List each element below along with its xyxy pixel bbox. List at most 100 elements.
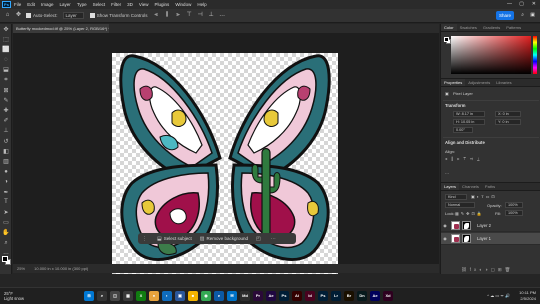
layer-row[interactable]: ◉ Layer 1 [441, 233, 540, 245]
tab-adjustments[interactable]: Adjustments [465, 79, 493, 86]
tab-layers[interactable]: Layers [441, 183, 460, 190]
remove-background-button[interactable]: ▨ Remove background [200, 236, 248, 242]
taskbar-app-icon[interactable]: ⊞ [84, 291, 94, 301]
zoom-tool-icon[interactable]: ⌕ [0, 238, 12, 248]
menu-type[interactable]: Type [77, 2, 87, 7]
align-top-icon[interactable]: ⊤ [186, 12, 193, 19]
opacity-field[interactable]: 100% [505, 202, 523, 208]
canvas-area[interactable] [13, 33, 439, 279]
path-selection-icon[interactable]: ➤ [0, 207, 12, 217]
x-field[interactable]: X: 0 in [495, 111, 521, 117]
brush-tool-icon[interactable]: ✐ [0, 116, 12, 126]
menu-help[interactable]: Help [197, 2, 206, 7]
align-left-icon[interactable]: ⫷ [153, 12, 160, 19]
blur-tool-icon[interactable]: ● [0, 167, 12, 177]
layer-name[interactable]: Layer 1 [477, 236, 491, 241]
shape-tool-icon[interactable]: ▭ [0, 218, 12, 228]
tab-properties[interactable]: Properties [441, 79, 466, 86]
taskbar-app-icon[interactable]: Ps [318, 291, 328, 301]
dodge-tool-icon[interactable]: ◑ [0, 177, 12, 187]
healing-brush-icon[interactable]: ✚ [0, 106, 12, 116]
menu-plugins[interactable]: Plugins [155, 2, 170, 7]
system-tray[interactable]: ^ ☁ ▭ ᯤ 🔊 [487, 293, 510, 299]
layer-row[interactable]: ◉ Layer 2 [441, 220, 540, 232]
taskbar-app-icon[interactable]: ▦ [123, 291, 133, 301]
taskbar-app-icon[interactable]: ● [149, 291, 159, 301]
fill-field[interactable]: 100% [505, 210, 523, 216]
layer-filter-icons[interactable]: ▣◐T▭⊡ [471, 194, 497, 199]
taskbar-clock[interactable]: 10:11 PM 2/5/2024 [519, 290, 536, 302]
artboard-tool-icon[interactable]: ⬚ [0, 34, 12, 44]
layer-kind-filter[interactable]: Kind [445, 194, 467, 200]
tab-patterns[interactable]: Patterns [503, 24, 524, 31]
auto-select-checkbox[interactable] [26, 13, 31, 18]
menu-file[interactable]: File [14, 2, 21, 7]
move-tool-icon[interactable]: ✥ [15, 12, 22, 19]
y-field[interactable]: Y: 0 in [495, 119, 521, 125]
pen-tool-icon[interactable]: ✒ [0, 187, 12, 197]
overflow-icon[interactable]: ⋯ [271, 236, 278, 242]
taskbar-app-icon[interactable]: Ps [279, 291, 289, 301]
taskbar-app-icon[interactable]: Id [305, 291, 315, 301]
menu-window[interactable]: Window [175, 2, 191, 7]
zoom-level[interactable]: 25% [17, 266, 25, 271]
lock-icons[interactable]: ▦✎✥⊡🔒 [455, 211, 484, 216]
share-button[interactable]: Share [496, 11, 514, 20]
menu-layer[interactable]: Layer [60, 2, 71, 7]
foreground-color-swatch[interactable] [2, 256, 8, 262]
width-field[interactable]: W: 8.17 in [453, 111, 485, 117]
angle-field[interactable]: 0.00° [453, 127, 473, 133]
tab-libraries[interactable]: Libraries [493, 79, 514, 86]
home-icon[interactable]: ⌂ [4, 12, 11, 19]
menu-select[interactable]: Select [93, 2, 106, 7]
taskbar-app-icon[interactable]: ◉ [201, 291, 211, 301]
frame-tool-icon[interactable]: ⊠ [0, 85, 12, 95]
auto-select-dropdown[interactable]: Layer [62, 12, 84, 19]
menu-image[interactable]: Image [41, 2, 54, 7]
visibility-eye-icon[interactable]: ◉ [441, 236, 449, 241]
taskbar-app-icon[interactable]: ⌕ [97, 291, 107, 301]
more-options-icon[interactable]: … [219, 12, 226, 19]
crop-tool-icon[interactable]: ⌗ [0, 75, 12, 85]
minimize-icon[interactable]: — [507, 1, 512, 7]
more-options-icon[interactable]: ⋮ [142, 236, 149, 242]
type-tool-icon[interactable]: T [0, 197, 12, 207]
weather-widget[interactable]: 25°F Light snow [4, 291, 24, 301]
document-tab[interactable]: Butterfly mockedmod.tif @ 25% (Layer 2, … [13, 24, 109, 33]
search-icon[interactable]: ⌕ [521, 12, 524, 18]
taskbar-app-icon[interactable]: ◫ [110, 291, 120, 301]
taskbar-app-icon[interactable]: ◐ [162, 291, 172, 301]
align-icons[interactable]: ⫷⫼⫸⊤⊣⊥ [445, 156, 484, 161]
taskbar-app-icon[interactable]: e [214, 291, 224, 301]
menu-view[interactable]: View [139, 2, 149, 7]
taskbar-app-icon[interactable]: ▣ [175, 291, 185, 301]
taskbar-app-icon[interactable]: Ae [266, 291, 276, 301]
menu-3d[interactable]: 3D [127, 2, 133, 7]
align-right-icon[interactable]: ⫸ [175, 12, 182, 19]
align-bottom-icon[interactable]: ⊥ [208, 12, 215, 19]
align-middle-icon[interactable]: ⊣ [197, 12, 204, 19]
workspace-icon[interactable]: ▣ [530, 12, 535, 18]
eyedropper-tool-icon[interactable]: ✎ [0, 95, 12, 105]
tab-gradients[interactable]: Gradients [480, 24, 503, 31]
object-selection-icon[interactable]: ⬓ [0, 65, 12, 75]
foreground-color-chip[interactable] [444, 37, 449, 42]
visibility-eye-icon[interactable]: ◉ [441, 223, 449, 228]
select-subject-button[interactable]: ⬓ Select subject [157, 236, 192, 242]
taskbar-app-icon[interactable]: Ai [292, 291, 302, 301]
stamp-tool-icon[interactable]: ⊥ [0, 126, 12, 136]
layer-mask-thumbnail[interactable] [462, 221, 471, 230]
show-transform-checkbox[interactable] [89, 13, 95, 18]
maximize-icon[interactable]: ▢ [519, 1, 524, 7]
close-icon[interactable]: ✕ [532, 1, 536, 7]
hue-slider[interactable] [533, 36, 537, 74]
taskbar-app-icon[interactable]: ■ [188, 291, 198, 301]
history-brush-icon[interactable]: ↺ [0, 136, 12, 146]
height-field[interactable]: H: 10.05 in [453, 119, 485, 125]
tab-color[interactable]: Color [441, 24, 457, 31]
taskbar-app-icon[interactable]: Md [240, 291, 250, 301]
color-picker-field[interactable] [451, 36, 531, 74]
hand-tool-icon[interactable]: ✋ [0, 228, 12, 238]
layer-actions-icons[interactable]: ⛓fx◐◑▢⊞🗑 [461, 267, 513, 273]
transform-icon[interactable]: ◰ [256, 236, 263, 242]
